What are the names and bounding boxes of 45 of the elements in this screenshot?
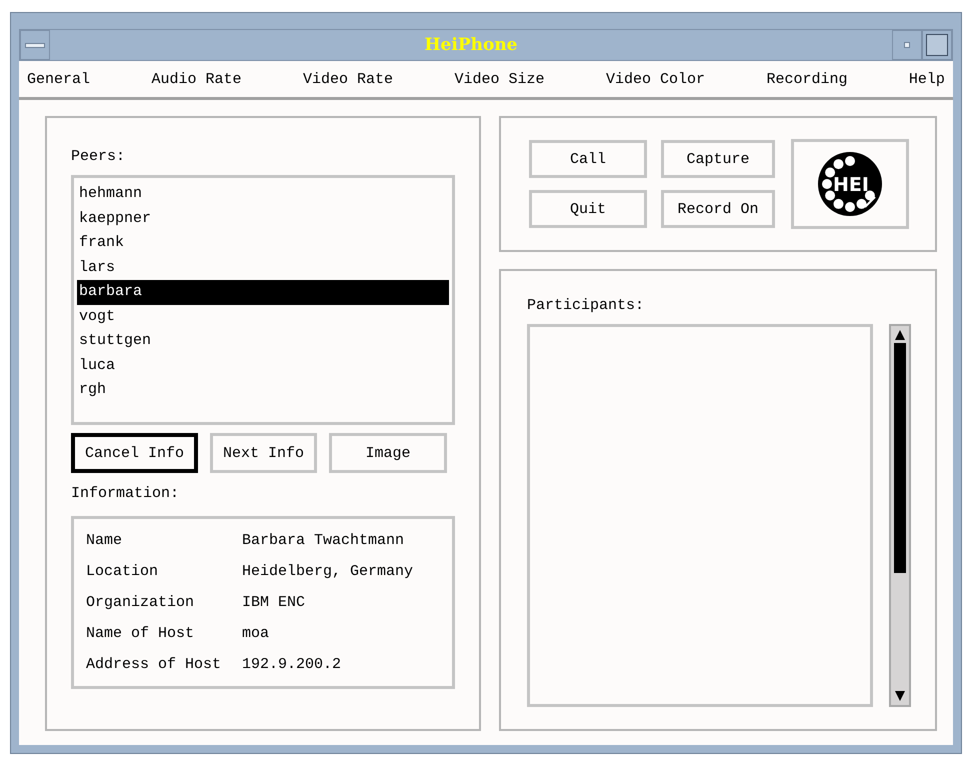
menu-item[interactable]: Video Color	[606, 70, 705, 88]
info-button[interactable]: Cancel Info	[71, 433, 198, 473]
window-title: HeiPhone	[424, 35, 518, 55]
maximize-button[interactable]	[922, 30, 952, 60]
peer-item[interactable]: luca	[77, 354, 449, 378]
call-button[interactable]: Capture	[661, 140, 775, 178]
info-button[interactable]: Image	[329, 433, 448, 473]
menu-item[interactable]: Audio Rate	[151, 70, 242, 88]
peer-item[interactable]: hehmann	[77, 182, 449, 206]
info-field-label: Name of Host	[86, 624, 196, 644]
peer-item[interactable]: vogt	[77, 304, 449, 329]
scroll-up-icon[interactable]	[894, 329, 906, 341]
peer-item[interactable]: lars	[77, 256, 449, 280]
rotary-phone-logo-icon: HEI	[817, 151, 883, 217]
peer-item[interactable]: stuttgen	[77, 329, 449, 354]
peer-item[interactable]: rgh	[77, 378, 449, 402]
scrollbar[interactable]	[889, 324, 911, 707]
peer-item[interactable]: frank	[77, 231, 449, 256]
call-button[interactable]: Record On	[661, 190, 775, 228]
call-button[interactable]: Quit	[529, 190, 647, 228]
info-field-value: Heidelberg, Germany	[242, 562, 414, 582]
call-button[interactable]: Call	[529, 140, 647, 178]
peers-label: Peers:	[71, 148, 126, 165]
menu-item[interactable]: Video Size	[454, 70, 544, 88]
info-field-label: Name	[86, 531, 124, 551]
info-field-label: Organization	[86, 593, 196, 613]
peer-item[interactable]: barbara	[77, 280, 449, 304]
menu-item[interactable]: Video Rate	[302, 70, 393, 88]
participants-label: Participants:	[527, 297, 646, 314]
info-field-label: Location	[86, 562, 160, 582]
window-menu-button[interactable]	[20, 30, 50, 60]
info-field-value: 192.9.200.2	[242, 655, 342, 675]
info-field-value: IBM ENC	[242, 593, 306, 613]
information-label: Information:	[71, 485, 180, 502]
menu-item[interactable]: Help	[908, 70, 945, 88]
info-field-value: moa	[242, 624, 270, 644]
scroll-thumb[interactable]	[894, 343, 906, 573]
scroll-down-icon[interactable]	[894, 690, 906, 702]
logo-button[interactable]: HEI	[791, 139, 909, 229]
info-field-label: Address of Host	[86, 655, 222, 675]
menu-item[interactable]: Recording	[766, 70, 848, 88]
info-button[interactable]: Next Info	[210, 433, 318, 473]
peer-item[interactable]: kaeppner	[77, 206, 449, 231]
menu-item[interactable]: General	[27, 70, 90, 88]
info-field-value: Barbara Twachtmann	[242, 531, 406, 551]
